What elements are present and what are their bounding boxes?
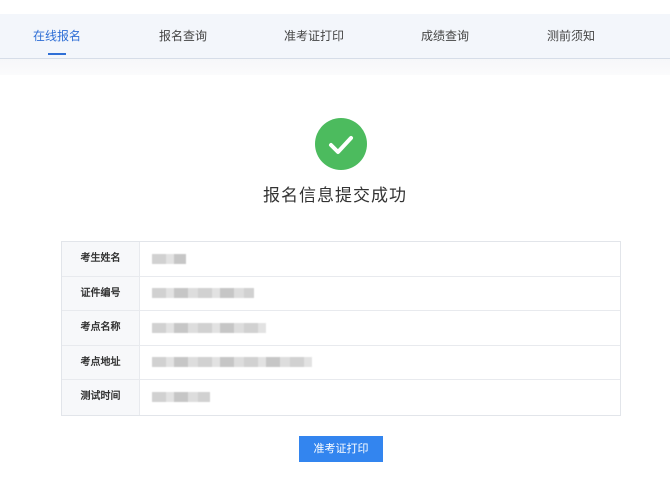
blurred-text	[152, 288, 254, 299]
success-message: 报名信息提交成功	[263, 186, 407, 206]
check-circle-icon	[315, 118, 367, 170]
tab-label: 报名查询	[158, 29, 207, 43]
tab-label: 成绩查询	[420, 29, 469, 43]
tab-label: 测前须知	[546, 29, 595, 43]
nav-divider	[0, 59, 670, 75]
top-nav: 在线报名 报名查询 准考证打印 成绩查询 测前须知	[0, 14, 670, 59]
redacted-value	[140, 380, 620, 415]
blurred-text	[152, 253, 186, 264]
info-label: 考点地址	[62, 345, 140, 379]
redacted-value	[140, 346, 620, 380]
info-row-test-address: 考点地址	[62, 345, 620, 380]
info-row-test-time: 测试时间	[62, 380, 620, 415]
blurred-text	[152, 322, 266, 333]
info-label: 证件编号	[62, 276, 140, 310]
info-label: 考生姓名	[62, 242, 140, 276]
tab-pre-test-notice[interactable]: 测前须知	[536, 14, 606, 59]
info-label: 考点名称	[62, 311, 140, 345]
redacted-value	[140, 311, 620, 345]
tab-score-query[interactable]: 成绩查询	[410, 14, 480, 59]
blurred-text	[152, 357, 312, 368]
active-tab-indicator	[48, 53, 66, 55]
info-row-id-number: 证件编号	[62, 276, 620, 311]
print-admission-ticket-button[interactable]: 准考证打印	[299, 436, 383, 462]
registration-info-table: 考生姓名 证件编号 考点名称 考点地址 测试时间	[61, 241, 621, 416]
redacted-value	[140, 277, 620, 311]
tab-online-registration[interactable]: 在线报名	[22, 14, 92, 59]
info-row-name: 考生姓名	[62, 242, 620, 277]
tab-admission-ticket-print[interactable]: 准考证打印	[272, 14, 356, 59]
redacted-value	[140, 242, 620, 276]
tab-label: 准考证打印	[283, 29, 344, 43]
tab-registration-query[interactable]: 报名查询	[148, 14, 218, 59]
blurred-text	[152, 392, 210, 403]
info-label: 测试时间	[62, 380, 140, 415]
tab-label: 在线报名	[32, 29, 81, 43]
info-row-test-center: 考点名称	[62, 311, 620, 346]
